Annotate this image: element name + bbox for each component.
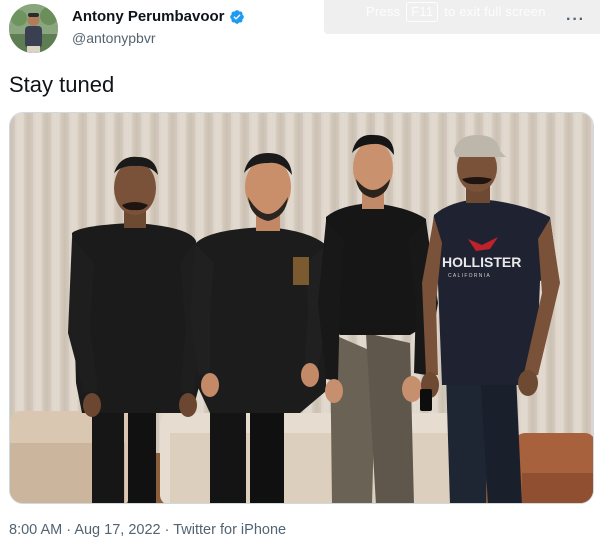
tweet-photo[interactable]: HOLLISTER CALIFORNIA <box>9 112 594 504</box>
fullscreen-exit-label: to exit full screen <box>444 4 546 19</box>
user-handle[interactable]: @antonypbvr <box>72 30 155 46</box>
tweet-metadata: 8:00 AM · Aug 17, 2022 · Twitter for iPh… <box>9 522 286 538</box>
shirt-brand-text: HOLLISTER <box>442 254 521 270</box>
fullscreen-press-label: Press <box>366 4 401 19</box>
tweet-text: Stay tuned <box>9 72 115 97</box>
meta-separator: · <box>164 522 170 538</box>
author-name-row[interactable]: Antony Perumbavoor <box>72 8 245 25</box>
more-options-icon[interactable]: ··· <box>566 11 585 29</box>
tweet-time[interactable]: 8:00 AM <box>9 522 62 538</box>
display-name[interactable]: Antony Perumbavoor <box>72 8 225 25</box>
shirt-brand-subtext: CALIFORNIA <box>448 273 491 279</box>
meta-separator: · <box>66 522 72 538</box>
fullscreen-notice-text: Press F11 to exit full screen <box>366 2 546 22</box>
tweet-source[interactable]: Twitter for iPhone <box>173 522 286 538</box>
tweet-date[interactable]: Aug 17, 2022 <box>74 522 160 538</box>
verified-badge-icon <box>229 9 245 25</box>
fullscreen-key-label: F11 <box>406 2 439 22</box>
avatar[interactable] <box>9 4 58 53</box>
